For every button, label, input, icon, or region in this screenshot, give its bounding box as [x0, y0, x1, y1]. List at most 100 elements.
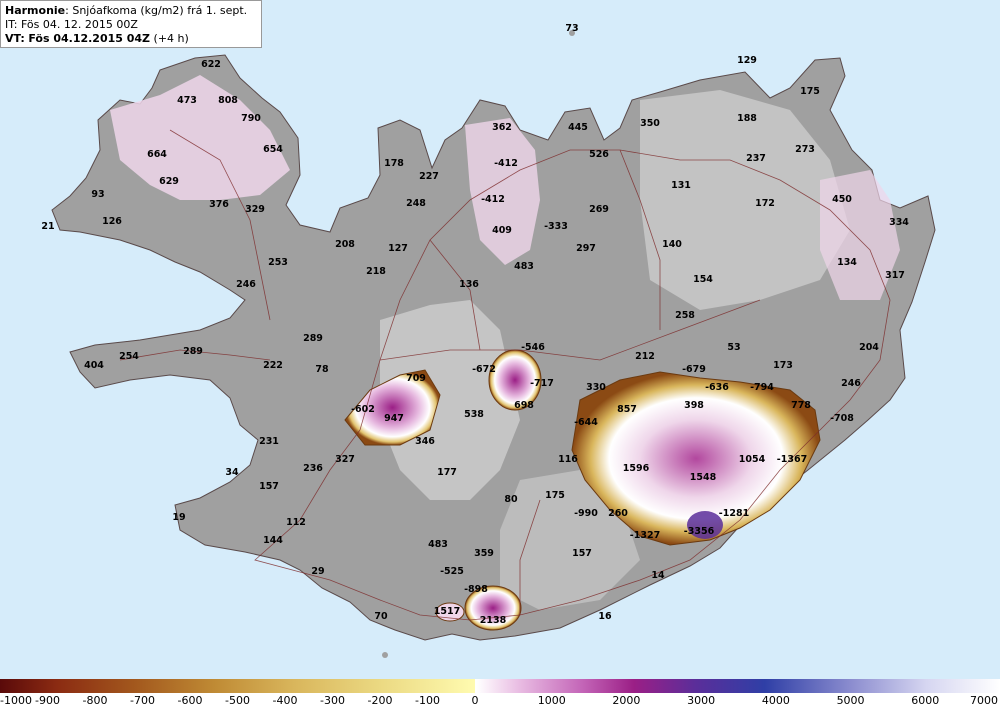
snow-value-label: 136: [459, 279, 479, 290]
snow-value-label: -708: [830, 413, 854, 424]
snow-value-label: 188: [737, 113, 757, 124]
colorbar-tick-label: -700: [130, 694, 155, 707]
snow-value-label: 790: [241, 113, 261, 124]
colorbar-tick-label: 7000: [970, 694, 998, 707]
title-line-valid: VT: Fös 04.12.2015 04Z (+4 h): [5, 32, 257, 46]
snow-value-label: 483: [428, 539, 448, 550]
snow-value-label: 526: [589, 149, 609, 160]
snow-value-label: -1327: [630, 530, 660, 541]
snow-value-label: 237: [746, 153, 766, 164]
snow-value-label: 80: [504, 494, 518, 505]
snow-value-label: 157: [572, 548, 592, 559]
snow-value-label: 129: [737, 55, 757, 66]
snow-value-label: 21: [41, 221, 54, 232]
snow-value-label: 70: [374, 611, 388, 622]
snow-value-label: 289: [303, 333, 323, 344]
colorbar-tick-label: -400: [272, 694, 298, 707]
colorbar-tick-label: -1000: [0, 694, 32, 707]
colorbar-tick-label: -900: [35, 694, 60, 707]
snow-value-label: 34: [225, 467, 239, 478]
snow-value-label: 78: [315, 364, 329, 375]
colorbar-tick-label: 3000: [687, 694, 716, 707]
snow-value-label: -412: [494, 158, 518, 169]
snow-value-label: 19: [172, 512, 185, 523]
snow-value-label: 204: [859, 342, 879, 353]
snow-value-label: 172: [755, 198, 775, 209]
snow-value-label: 329: [245, 204, 265, 215]
snow-value-label: 231: [259, 436, 279, 447]
snow-value-label: 409: [492, 225, 512, 236]
snow-value-label: 709: [406, 373, 426, 384]
snow-value-label: 177: [437, 467, 457, 478]
snow-value-label: 227: [419, 171, 439, 182]
colorbar-tick-label: 0: [471, 694, 479, 707]
snow-value-label: -333: [544, 221, 568, 232]
colorbar-tick-label: -600: [177, 694, 203, 707]
issue-time: IT: Fös 04. 12. 2015 00Z: [5, 18, 138, 31]
colorbar-negative: [0, 679, 475, 693]
snow-value-label: 93: [91, 189, 104, 200]
snow-value-label: 253: [268, 257, 288, 268]
snow-value-label: 212: [635, 351, 655, 362]
snow-value-label: 144: [263, 535, 283, 546]
snow-value-label: 538: [464, 409, 484, 420]
snow-value-label: 947: [384, 413, 404, 424]
variable-description: : Snjóafkoma (kg/m2) frá 1. sept.: [65, 4, 248, 17]
snow-value-label: 362: [492, 122, 512, 133]
snow-value-label: 629: [159, 176, 179, 187]
snow-value-label: 445: [568, 122, 588, 133]
snow-value-label: 175: [545, 490, 565, 501]
snow-value-label: -1281: [719, 508, 749, 519]
snow-value-label: -602: [351, 404, 375, 415]
snow-value-label: 222: [263, 360, 283, 371]
snow-value-label: 126: [102, 216, 122, 227]
snow-value-label: 236: [303, 463, 323, 474]
snow-value-label: -898: [464, 584, 488, 595]
snowfall-map: 73 622 129 808 473 175 790 362 445 350 188 654 664 52…: [0, 0, 1000, 678]
snow-value-label: 1517: [434, 606, 460, 617]
snow-value-label: 483: [514, 261, 534, 272]
snow-value-label: 218: [366, 266, 386, 277]
snow-value-label: 116: [558, 454, 578, 465]
snow-value-label: 16: [598, 611, 612, 622]
snow-value-label: 140: [662, 239, 682, 250]
snow-value-label: -546: [521, 342, 545, 353]
valid-prefix: VT:: [5, 32, 25, 45]
snow-value-label: -636: [705, 382, 729, 393]
snow-value-label: 664: [147, 149, 167, 160]
title-line-model: Harmonie: Snjóafkoma (kg/m2) frá 1. sept…: [5, 4, 257, 18]
valid-time: Fös 04.12.2015 04Z: [28, 32, 151, 45]
snow-value-label: -672: [472, 364, 496, 375]
snow-value-label: 376: [209, 199, 229, 210]
colorbar-tick-label: 2000: [612, 694, 641, 707]
colorbar-tick-label: -200: [367, 694, 393, 707]
snow-value-label: 248: [406, 198, 426, 209]
snow-value-label: 1596: [623, 463, 650, 474]
snow-value-label: 2138: [480, 615, 507, 626]
snow-value-label: 112: [286, 517, 306, 528]
vestmannaeyjar: [382, 652, 388, 658]
snow-value-label: 350: [640, 118, 660, 129]
snow-value-label: 334: [889, 217, 909, 228]
colorbar-tick-label: -300: [320, 694, 345, 707]
snow-value-label: 857: [617, 404, 637, 415]
map-title-box: Harmonie: Snjóafkoma (kg/m2) frá 1. sept…: [0, 0, 262, 48]
snow-value-label: 398: [684, 400, 704, 411]
snow-value-label: 127: [388, 243, 408, 254]
snow-value-label: 622: [201, 59, 221, 70]
snow-value-label: 778: [791, 400, 811, 411]
snow-value-label: 208: [335, 239, 355, 250]
snow-value-label: 154: [693, 274, 713, 285]
snow-value-label: 289: [183, 346, 203, 357]
snow-value-label: 260: [608, 508, 628, 519]
snow-value-label: 346: [415, 436, 435, 447]
colorbar-tick-label: -100: [415, 694, 440, 707]
snow-value-label: -644: [574, 417, 598, 428]
colorbar-tick-label: 5000: [836, 694, 865, 707]
colorbar-tick-label: -500: [225, 694, 250, 707]
snow-value-label: 258: [675, 310, 695, 321]
snow-value-label: 273: [795, 144, 815, 155]
snow-value-label: 53: [727, 342, 740, 353]
snow-value-label: 14: [651, 570, 665, 581]
snow-value-label: 178: [384, 158, 404, 169]
